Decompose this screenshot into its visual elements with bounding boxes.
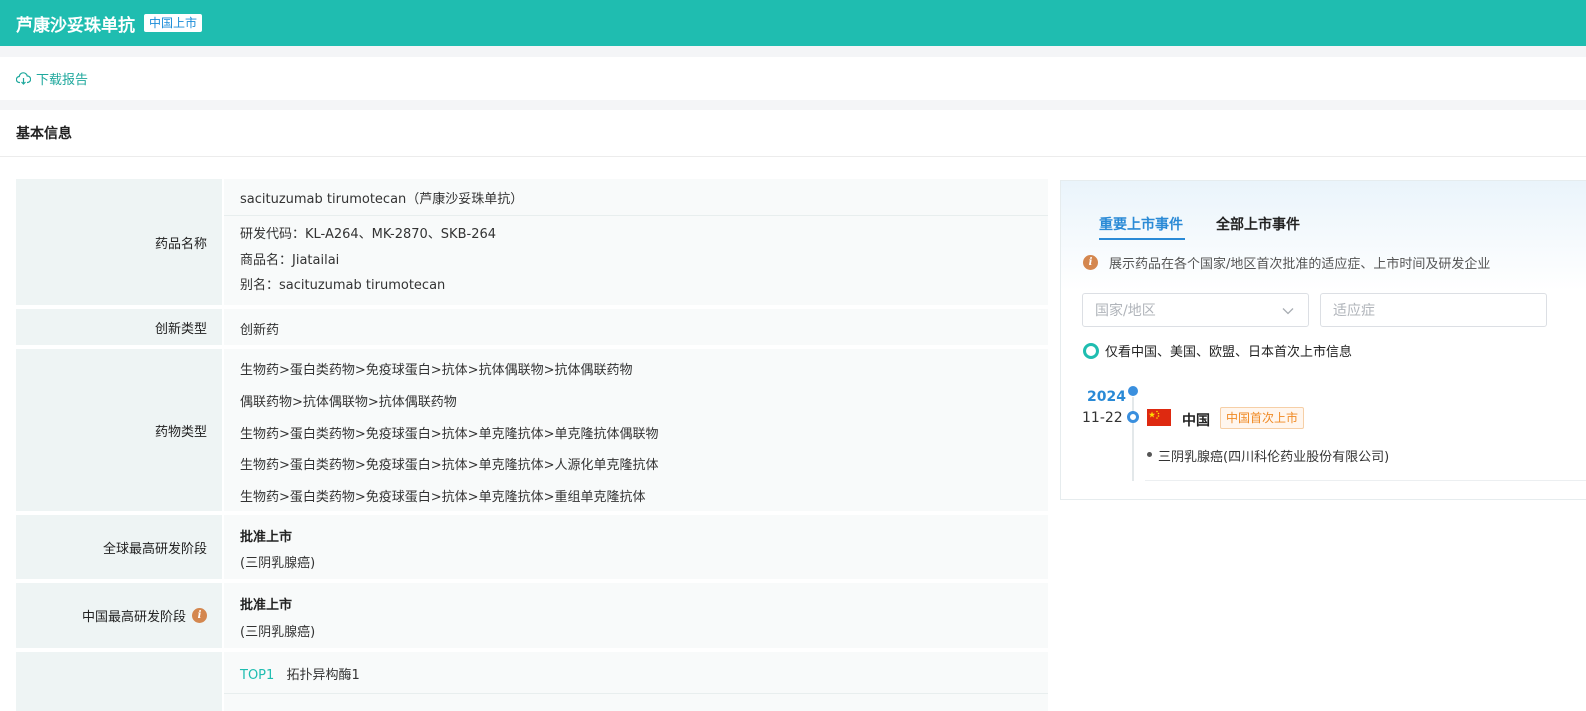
china-stage-label: 中国最高研发阶段 [81, 610, 186, 625]
label-drug-type: 药物类型 [16, 349, 222, 511]
row-innovation-type: 创新类型 创新药 [16, 309, 1048, 345]
label-global-stage: 全球最高研发阶段 [16, 515, 222, 579]
event-year: 2024 [1087, 389, 1126, 405]
china-flag-icon [1147, 409, 1171, 426]
row-drug-type: 药物类型 生物药>蛋白类药物>免疫球蛋白>抗体>抗体偶联物>抗体偶联药物 偶联药… [16, 349, 1048, 511]
country-placeholder: 国家/地区 [1095, 303, 1156, 319]
cloud-download-icon [16, 72, 31, 85]
china-stage-indication: (三阴乳腺癌) [240, 625, 316, 640]
trade-name: 商品名：Jiatailai [240, 253, 340, 268]
innovation-value: 创新药 [240, 323, 280, 338]
download-report-button[interactable]: 下载报告 [16, 69, 88, 88]
first-launch-tag: 中国首次上市 [1220, 407, 1305, 429]
label-target [16, 652, 222, 711]
download-label: 下载报告 [36, 73, 89, 88]
indication-placeholder: 适应症 [1333, 303, 1375, 319]
country-select[interactable]: 国家/地区 [1082, 293, 1309, 327]
hint-label: 展示药品在各个国家/地区首次批准的适应症、上市时间及研发企业 [1109, 257, 1491, 272]
card-header-gradient [1061, 181, 1586, 291]
china-stage-value: 批准上市 [240, 598, 293, 613]
generic-name: sacituzumab tirumotecan（芦康沙妥珠单抗） [240, 192, 524, 207]
row-china-stage: 中国最高研发阶段 i 批准上市 (三阴乳腺癌) [16, 583, 1048, 648]
label-china-stage: 中国最高研发阶段 i [16, 583, 222, 648]
tab-all-launch-events[interactable]: 全部上市事件 [1216, 214, 1300, 234]
global-stage-indication: (三阴乳腺癌) [240, 556, 316, 571]
dev-code: 研发代码：KL-A264、MK-2870、SKB-264 [240, 227, 497, 242]
indication-input[interactable]: 适应症 [1320, 293, 1547, 327]
value-global-stage: 批准上市 (三阴乳腺癌) [224, 515, 1048, 579]
toggle-label: 仅看中国、美国、欧盟、日本首次上市信息 [1105, 345, 1353, 360]
active-tab-underline [1099, 238, 1185, 240]
drug-type-item: 生物药>蛋白类药物>免疫球蛋白>抗体>单克隆抗体>人源化单克隆抗体 [240, 458, 659, 473]
global-stage-value: 批准上市 [240, 530, 293, 545]
divider [224, 693, 1048, 694]
chevron-down-icon [1282, 308, 1294, 315]
timeline-line [1132, 397, 1134, 481]
drug-type-item: 生物药>蛋白类药物>免疫球蛋白>抗体>单克隆抗体>单克隆抗体偶联物 [240, 427, 659, 442]
value-china-stage: 批准上市 (三阴乳腺癌) [224, 583, 1048, 648]
drug-type-item: 生物药>蛋白类药物>免疫球蛋白>抗体>抗体偶联物>抗体偶联药物 [240, 363, 633, 378]
launch-events-card: 重要上市事件 全部上市事件 i 展示药品在各个国家/地区首次批准的适应症、上市时… [1060, 180, 1586, 500]
drug-type-item: 偶联药物>抗体偶联物>抗体偶联药物 [240, 395, 457, 410]
info-icon[interactable]: i [192, 608, 207, 623]
label-drug-name: 药品名称 [16, 179, 222, 305]
target-rank: TOP1 [240, 668, 275, 683]
row-target: TOP1 拓扑异构酶1 [16, 652, 1048, 711]
event-detail: 三阴乳腺癌(四川科伦药业股份有限公司) [1158, 450, 1390, 465]
timeline-event-dot [1127, 411, 1139, 423]
alias-name: 别名：sacituzumab tirumotecan [240, 278, 446, 293]
row-drug-name: 药品名称 sacituzumab tirumotecan（芦康沙妥珠单抗） 研发… [16, 179, 1048, 305]
target-name[interactable]: 拓扑异构酶1 [286, 668, 359, 683]
tab-key-launch-events[interactable]: 重要上市事件 [1099, 214, 1183, 234]
target-item: TOP1 拓扑异构酶1 [240, 664, 360, 683]
value-target: TOP1 拓扑异构酶1 [224, 652, 1048, 711]
event-divider [1145, 480, 1586, 481]
radio-ring-icon [1083, 342, 1099, 359]
bullet-dot [1147, 452, 1152, 457]
drug-title: 芦康沙妥珠单抗 [16, 15, 135, 36]
label-innovation-type: 创新类型 [16, 309, 222, 345]
row-global-stage: 全球最高研发阶段 批准上市 (三阴乳腺癌) [16, 515, 1048, 579]
value-drug-type: 生物药>蛋白类药物>免疫球蛋白>抗体>抗体偶联物>抗体偶联药物 偶联药物>抗体偶… [224, 349, 1048, 511]
drug-type-item: 生物药>蛋白类药物>免疫球蛋白>抗体>单克隆抗体>重组单克隆抗体 [240, 490, 646, 505]
action-bar: 下载报告 [0, 57, 1586, 100]
section-title: 基本信息 [0, 110, 1586, 157]
value-drug-name: sacituzumab tirumotecan（芦康沙妥珠单抗） 研发代码：KL… [224, 179, 1048, 305]
major-markets-toggle[interactable]: 仅看中国、美国、欧盟、日本首次上市信息 [1083, 341, 1352, 360]
top-bar: 芦康沙妥珠单抗 中国上市 [0, 0, 1586, 46]
hint-text: i 展示药品在各个国家/地区首次批准的适应症、上市时间及研发企业 [1083, 253, 1490, 272]
market-badge: 中国上市 [144, 14, 203, 32]
timeline-year-dot [1128, 386, 1138, 396]
divider [224, 215, 1048, 216]
event-date: 11-22 [1082, 410, 1123, 426]
event-country: 中国 [1182, 413, 1210, 429]
info-icon: i [1083, 255, 1098, 270]
value-innovation-type: 创新药 [224, 309, 1048, 345]
